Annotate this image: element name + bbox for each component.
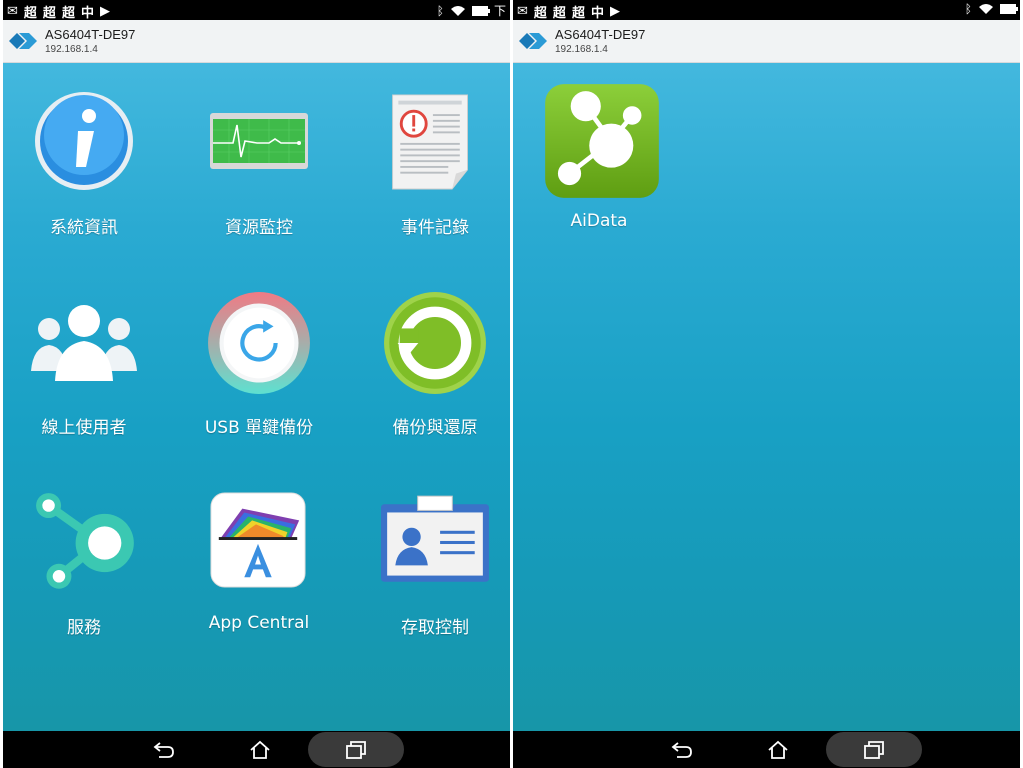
battery-icon [471,5,490,16]
app-aidata[interactable]: AiData [521,73,681,243]
access-control-icon [381,495,489,582]
app-online-users[interactable]: 線上使用者 [4,275,164,445]
app-event-log[interactable]: 事件記錄 [355,75,510,245]
wifi-icon [450,5,465,16]
home-icon [250,740,270,759]
app-access-control[interactable]: 存取控制 [355,475,510,645]
app-label: App Central [208,613,310,633]
phone-screen-right: ✉ 超 超 超 中 ▶ ᛒ AS6404T-DE97 192.168.1.4 A… [513,0,1020,768]
recents-icon [864,740,884,759]
recents-button[interactable] [844,731,904,768]
system-icons: ᛒ [964,2,1018,16]
app-app-central[interactable]: App Central [179,475,339,645]
status-bar: ✉ 超 超 超 中 ▶ ᛒ [513,0,1020,21]
home-icon [768,740,788,759]
device-name: AS6404T-DE97 [45,27,136,42]
app-grid: AiData [513,63,1020,731]
log-icon [392,94,468,190]
asustor-logo-icon [9,33,37,49]
app-label: 系統資訊 [50,218,118,238]
app-header: AS6404T-DE97 192.168.1.4 [513,20,1020,63]
info-icon [35,92,133,190]
app-notification-icon: 中 [590,6,604,21]
notification-icons: ✉ 超 超 超 中 ▶ [7,2,110,21]
recents-icon [346,740,366,759]
app-central-icon [210,492,306,588]
back-button[interactable] [652,731,712,768]
play-notification-icon: ▶ [609,4,620,19]
device-name: AS6404T-DE97 [555,27,646,42]
status-bar: ✉ 超 超 超 中 ▶ ᛒ 下 [3,0,510,21]
nav-bar [513,731,1020,768]
app-label: 線上使用者 [41,418,127,438]
mail-notification-icon: ✉ [7,4,18,19]
app-label: 事件記錄 [401,218,469,238]
app-label: AiData [570,211,628,231]
restore-icon [384,292,486,394]
app-label: 服務 [67,618,101,638]
app-notification-icon: 超 [571,6,585,21]
asustor-logo-icon [519,33,547,49]
back-button[interactable] [134,731,194,768]
app-notification-icon: 超 [552,6,566,21]
bluetooth-icon: ᛒ [964,2,972,16]
bluetooth-icon: ᛒ [436,3,444,18]
app-notification-icon: 超 [533,6,547,21]
app-notification-icon: 中 [80,6,94,21]
play-notification-icon: ▶ [99,4,110,19]
phone-screen-left: ✉ 超 超 超 中 ▶ ᛒ 下 AS6404T-DE97 192.168.1.4 [3,0,510,768]
nav-bar [3,731,510,768]
back-icon [671,741,692,758]
app-notification-icon: 超 [23,6,37,21]
app-label: USB 單鍵備份 [204,418,314,438]
monitor-icon [210,113,308,169]
app-label: 存取控制 [401,618,469,638]
usb-backup-icon [208,292,310,394]
users-icon [31,305,137,381]
app-resource-monitor[interactable]: 資源監控 [179,75,339,245]
system-icons: ᛒ 下 [437,2,506,19]
app-label: 資源監控 [225,218,293,238]
services-icon [36,493,134,589]
device-ip: 192.168.1.4 [555,44,608,55]
aidata-icon [545,84,659,198]
mail-notification-icon: ✉ [517,4,528,19]
battery-icon [1000,4,1018,14]
notification-icons: ✉ 超 超 超 中 ▶ [517,2,620,21]
app-backup-restore[interactable]: 備份與還原 [355,275,510,445]
app-services[interactable]: 服務 [4,475,164,645]
app-notification-icon: 超 [61,6,75,21]
app-system-info[interactable]: 系統資訊 [4,75,164,245]
app-usb-backup[interactable]: USB 單鍵備份 [179,275,339,445]
home-button[interactable] [230,731,290,768]
back-icon [153,741,174,758]
wifi-icon [979,4,993,14]
home-button[interactable] [748,731,808,768]
app-grid: 系統資訊 資源監控 事件記錄 線上使用者 USB 單鍵備份 備份與還原 服務 A… [3,63,510,731]
app-notification-icon: 超 [42,6,56,21]
app-label: 備份與還原 [392,418,478,438]
recents-button[interactable] [326,731,386,768]
device-ip: 192.168.1.4 [45,44,98,55]
clock: 下 [493,4,506,18]
app-header: AS6404T-DE97 192.168.1.4 [3,20,510,63]
